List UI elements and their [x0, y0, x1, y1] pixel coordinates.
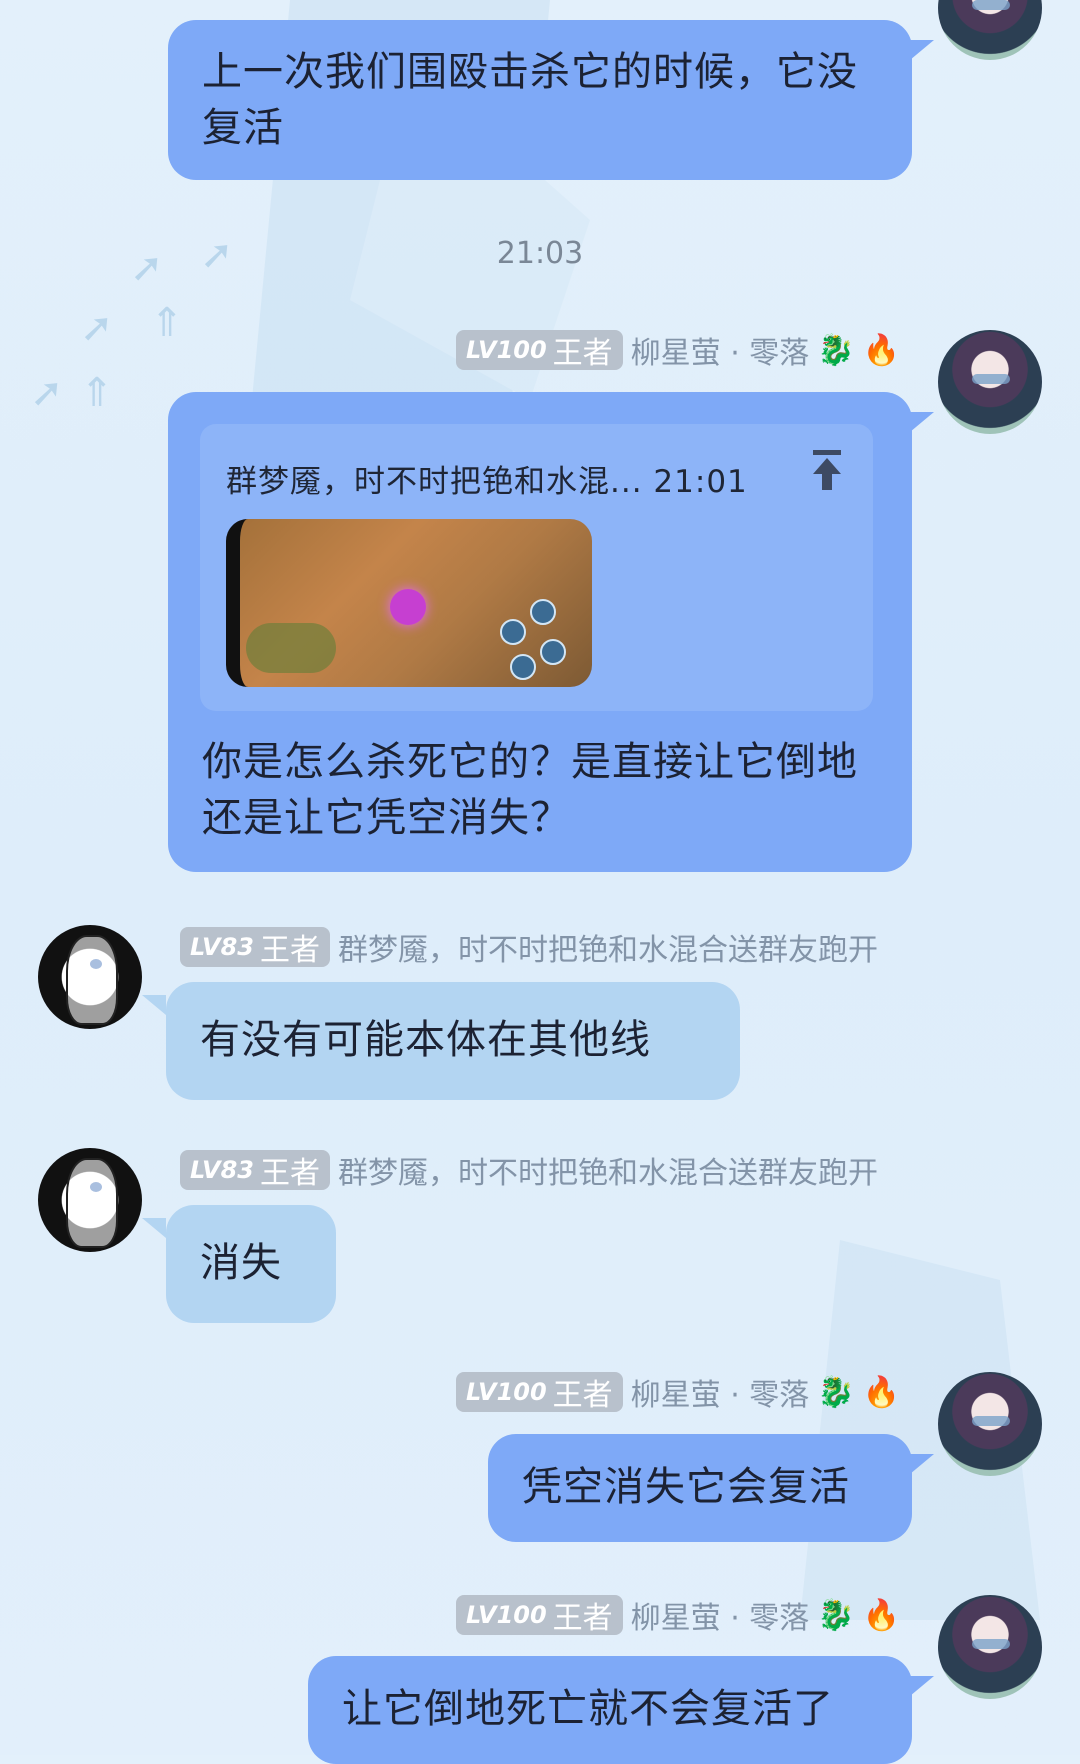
bubble-tail [910, 412, 934, 432]
avatar-me[interactable] [938, 1372, 1042, 1476]
message-text: 消失 [200, 1240, 282, 1286]
reply-quote-header: 群梦魇，时不时把铯和水混... 21:01 [226, 454, 748, 510]
bubble-tail [910, 1676, 934, 1696]
sender-name[interactable]: 群梦魇，时不时把铯和水混合送群友跑开 [338, 925, 878, 969]
level-text: LV83 [190, 933, 254, 961]
game-screenshot-thumbnail[interactable] [226, 519, 592, 687]
bubble-tail [142, 1218, 166, 1238]
decor-arrow-icon: ⇑ [150, 300, 184, 346]
fire-badge-icon: 🔥 [862, 1374, 900, 1410]
avatar-me[interactable] [938, 0, 1042, 60]
avatar-other[interactable] [38, 1148, 142, 1252]
dragon-badge-icon: 🐉 [817, 332, 855, 368]
level-badge: LV100 王者 [456, 1595, 623, 1636]
thumb-button [500, 619, 526, 645]
message-text: 你是怎么杀死它的？是直接让它倒地还是让它凭空消失？ [202, 739, 858, 841]
sender-header: LV100 王者 柳星萤 · 零落 🐉 🔥 [456, 328, 900, 372]
message-text: 有没有可能本体在其他线 [200, 1017, 651, 1063]
thumb-character [390, 589, 426, 625]
message-bubble[interactable]: 消失 [166, 1205, 336, 1323]
message-text: 凭空消失它会复活 [522, 1464, 850, 1510]
thumb-grass [246, 623, 336, 673]
level-text: LV100 [466, 1601, 547, 1629]
decor-arrow-icon: ⇑ [80, 370, 114, 416]
level-badge: LV83 王者 [180, 927, 330, 968]
rank-title: 王者 [552, 1378, 613, 1413]
sender-name[interactable]: 群梦魇，时不时把铯和水混合送群友跑开 [338, 1148, 878, 1192]
decor-arrow-icon: ➚ [80, 305, 114, 351]
thumb-button [530, 599, 556, 625]
reply-quote-time: 21:01 [653, 464, 748, 500]
sender-header: LV83 王者 群梦魇，时不时把铯和水混合送群友跑开 [180, 1148, 878, 1192]
rank-title: 王者 [259, 1156, 320, 1191]
message-bubble[interactable]: 上一次我们围殴击杀它的时候，它没复活 [168, 20, 912, 180]
level-text: LV100 [466, 1378, 547, 1406]
thumb-button [540, 639, 566, 665]
thumb-button [510, 654, 536, 680]
arrow-up-to-top-icon[interactable] [809, 448, 845, 492]
message-bubble[interactable]: 有没有可能本体在其他线 [166, 982, 740, 1100]
reply-quote-card[interactable]: 群梦魇，时不时把铯和水混... 21:01 [200, 424, 873, 711]
message-timestamp: 21:03 [496, 236, 584, 271]
level-badge: LV100 王者 [456, 1372, 623, 1413]
sender-header: LV83 王者 群梦魇，时不时把铯和水混合送群友跑开 [180, 925, 878, 969]
message-text: 上一次我们围殴击杀它的时候，它没复活 [202, 49, 858, 151]
level-text: LV100 [466, 336, 547, 364]
avatar-me[interactable] [938, 330, 1042, 434]
bubble-tail [910, 1454, 934, 1474]
sender-header: LV100 王者 柳星萤 · 零落 🐉 🔥 [456, 1370, 900, 1414]
dragon-badge-icon: 🐉 [817, 1374, 855, 1410]
rank-title: 王者 [259, 933, 320, 968]
rank-title: 王者 [552, 1601, 613, 1636]
bubble-tail [142, 995, 166, 1015]
fire-badge-icon: 🔥 [862, 332, 900, 368]
message-bubble[interactable]: 凭空消失它会复活 [488, 1434, 912, 1542]
bubble-tail [910, 40, 934, 60]
message-bubble-with-reply[interactable]: 群梦魇，时不时把铯和水混... 21:01 你是怎么杀死它的？是直接让它倒地还是… [168, 392, 912, 872]
sender-name[interactable]: 柳星萤 · 零落 [631, 328, 810, 372]
sender-name[interactable]: 柳星萤 · 零落 [631, 1370, 810, 1414]
sender-header: LV100 王者 柳星萤 · 零落 🐉 🔥 [456, 1593, 900, 1637]
level-text: LV83 [190, 1156, 254, 1184]
decor-arrow-icon: ➚ [30, 370, 64, 416]
dragon-badge-icon: 🐉 [817, 1597, 855, 1633]
reply-quote-title: 群梦魇，时不时把铯和水混... [226, 464, 643, 500]
sender-name[interactable]: 柳星萤 · 零落 [631, 1593, 810, 1637]
message-bubble[interactable]: 让它倒地死亡就不会复活了 [308, 1656, 912, 1764]
level-badge: LV83 王者 [180, 1150, 330, 1191]
avatar-other[interactable] [38, 925, 142, 1029]
level-badge: LV100 王者 [456, 330, 623, 371]
message-text: 让它倒地死亡就不会复活了 [342, 1686, 834, 1732]
avatar-me[interactable] [938, 1595, 1042, 1699]
fire-badge-icon: 🔥 [862, 1597, 900, 1633]
rank-title: 王者 [552, 336, 613, 371]
